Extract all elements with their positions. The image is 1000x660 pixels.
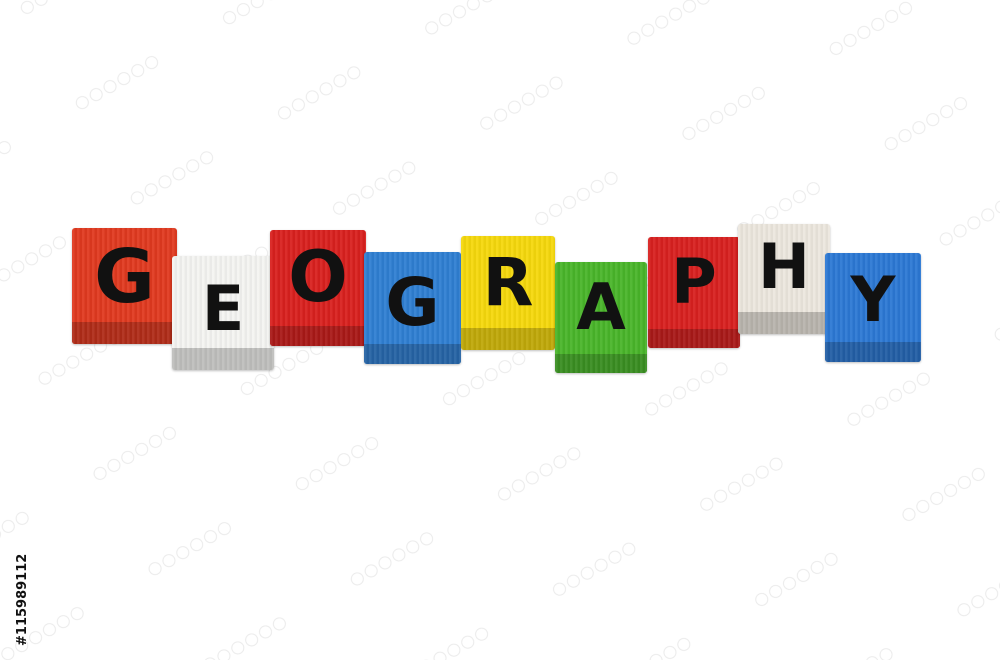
stock-id-label: #115989112: [4, 430, 38, 650]
block-letter: P: [671, 245, 717, 318]
block-side-face: [738, 312, 830, 334]
block-side-face: [825, 342, 921, 362]
letter-block-4: G: [364, 252, 461, 364]
block-letter: R: [482, 244, 534, 321]
block-side-face: [461, 328, 555, 350]
block-letter: G: [385, 264, 440, 341]
block-letter: O: [288, 236, 348, 318]
letter-block-8: H: [738, 224, 830, 334]
block-side-face: [364, 344, 461, 364]
letter-block-5: R: [461, 236, 555, 350]
block-side-face: [270, 326, 366, 346]
image-canvas: GEOGRAPHY #115989112: [0, 0, 1000, 660]
block-side-face: [648, 329, 740, 348]
letter-block-1: G: [72, 228, 177, 344]
block-side-face: [172, 348, 274, 370]
block-letter: G: [94, 234, 155, 320]
block-letter: Y: [850, 263, 896, 336]
block-side-face: [72, 322, 177, 344]
block-side-face: [555, 354, 647, 373]
block-letter: H: [758, 230, 810, 303]
letter-block-6: A: [555, 262, 647, 373]
letter-block-7: P: [648, 237, 740, 348]
stock-id-text: #115989112: [15, 554, 30, 646]
letter-block-9: Y: [825, 253, 921, 362]
letter-block-2: E: [172, 256, 274, 370]
block-letter: E: [201, 272, 245, 345]
letter-block-3: O: [270, 230, 366, 346]
block-letter: A: [576, 271, 626, 345]
